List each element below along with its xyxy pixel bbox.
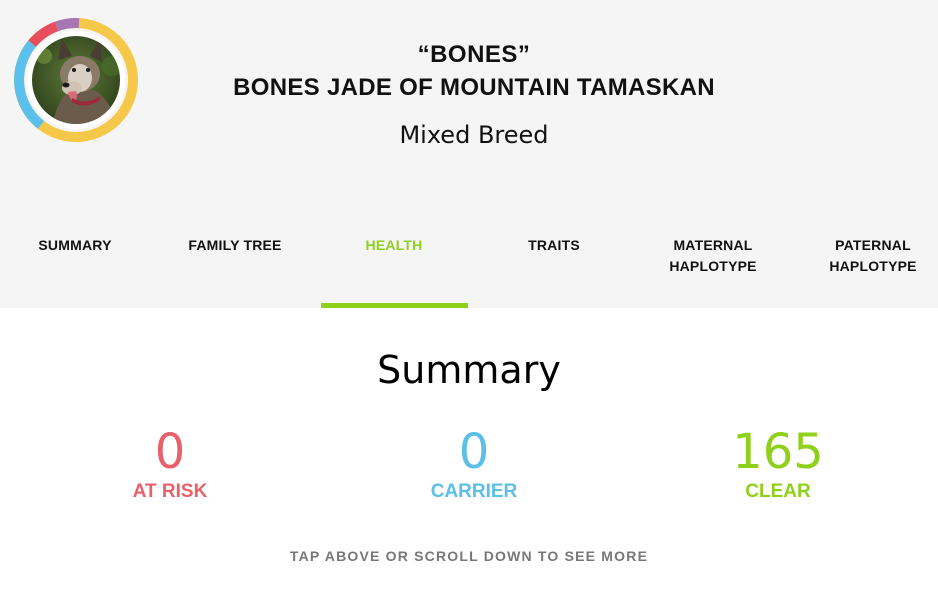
at-risk-count: 0 (154, 424, 186, 480)
stat-carrier[interactable]: 0 CARRIER (364, 424, 584, 504)
carrier-label: CARRIER (430, 481, 518, 502)
summary-title: Summary (377, 348, 561, 392)
profile-tabs: SUMMARY FAMILY TREE HEALTH TRAITS MATERN… (0, 232, 938, 308)
stat-at-risk[interactable]: 0 AT RISK (60, 424, 280, 504)
tab-traits[interactable]: TRAITS (479, 232, 629, 308)
tab-summary[interactable]: SUMMARY (0, 232, 150, 308)
tab-label: PATERNAL HAPLOTYPE (829, 237, 917, 274)
tab-label: FAMILY TREE (188, 237, 282, 253)
dog-breed: Mixed Breed (399, 121, 549, 149)
tab-maternal-haplotype[interactable]: MATERNAL HAPLOTYPE (638, 232, 788, 308)
tab-family-tree[interactable]: FAMILY TREE (160, 232, 310, 308)
active-tab-indicator (321, 303, 468, 308)
at-risk-label: AT RISK (132, 481, 208, 502)
dog-avatar[interactable] (12, 16, 140, 144)
breed-ring-avatar (14, 18, 138, 142)
tab-health[interactable]: HEALTH (319, 232, 469, 308)
dog-full-name: BONES JADE OF MOUNTAIN TAMASKAN (233, 74, 715, 101)
scroll-hint: TAP ABOVE OR SCROLL DOWN TO SEE MORE (289, 548, 649, 564)
profile-header: “BONES” BONES JADE OF MOUNTAIN TAMASKAN … (0, 0, 938, 308)
clear-count: 165 (732, 424, 824, 480)
tab-label: HEALTH (365, 237, 423, 253)
tab-label: SUMMARY (38, 237, 112, 253)
tab-paternal-haplotype[interactable]: PATERNAL HAPLOTYPE (798, 232, 938, 308)
dog-nickname: “BONES” (417, 41, 531, 68)
tab-label: MATERNAL HAPLOTYPE (669, 237, 757, 274)
clear-label: CLEAR (745, 481, 811, 502)
dog-name-block: “BONES” BONES JADE OF MOUNTAIN TAMASKAN … (160, 40, 788, 150)
stat-clear[interactable]: 165 CLEAR (668, 424, 888, 504)
tab-label: TRAITS (528, 237, 580, 253)
carrier-count: 0 (458, 424, 490, 480)
